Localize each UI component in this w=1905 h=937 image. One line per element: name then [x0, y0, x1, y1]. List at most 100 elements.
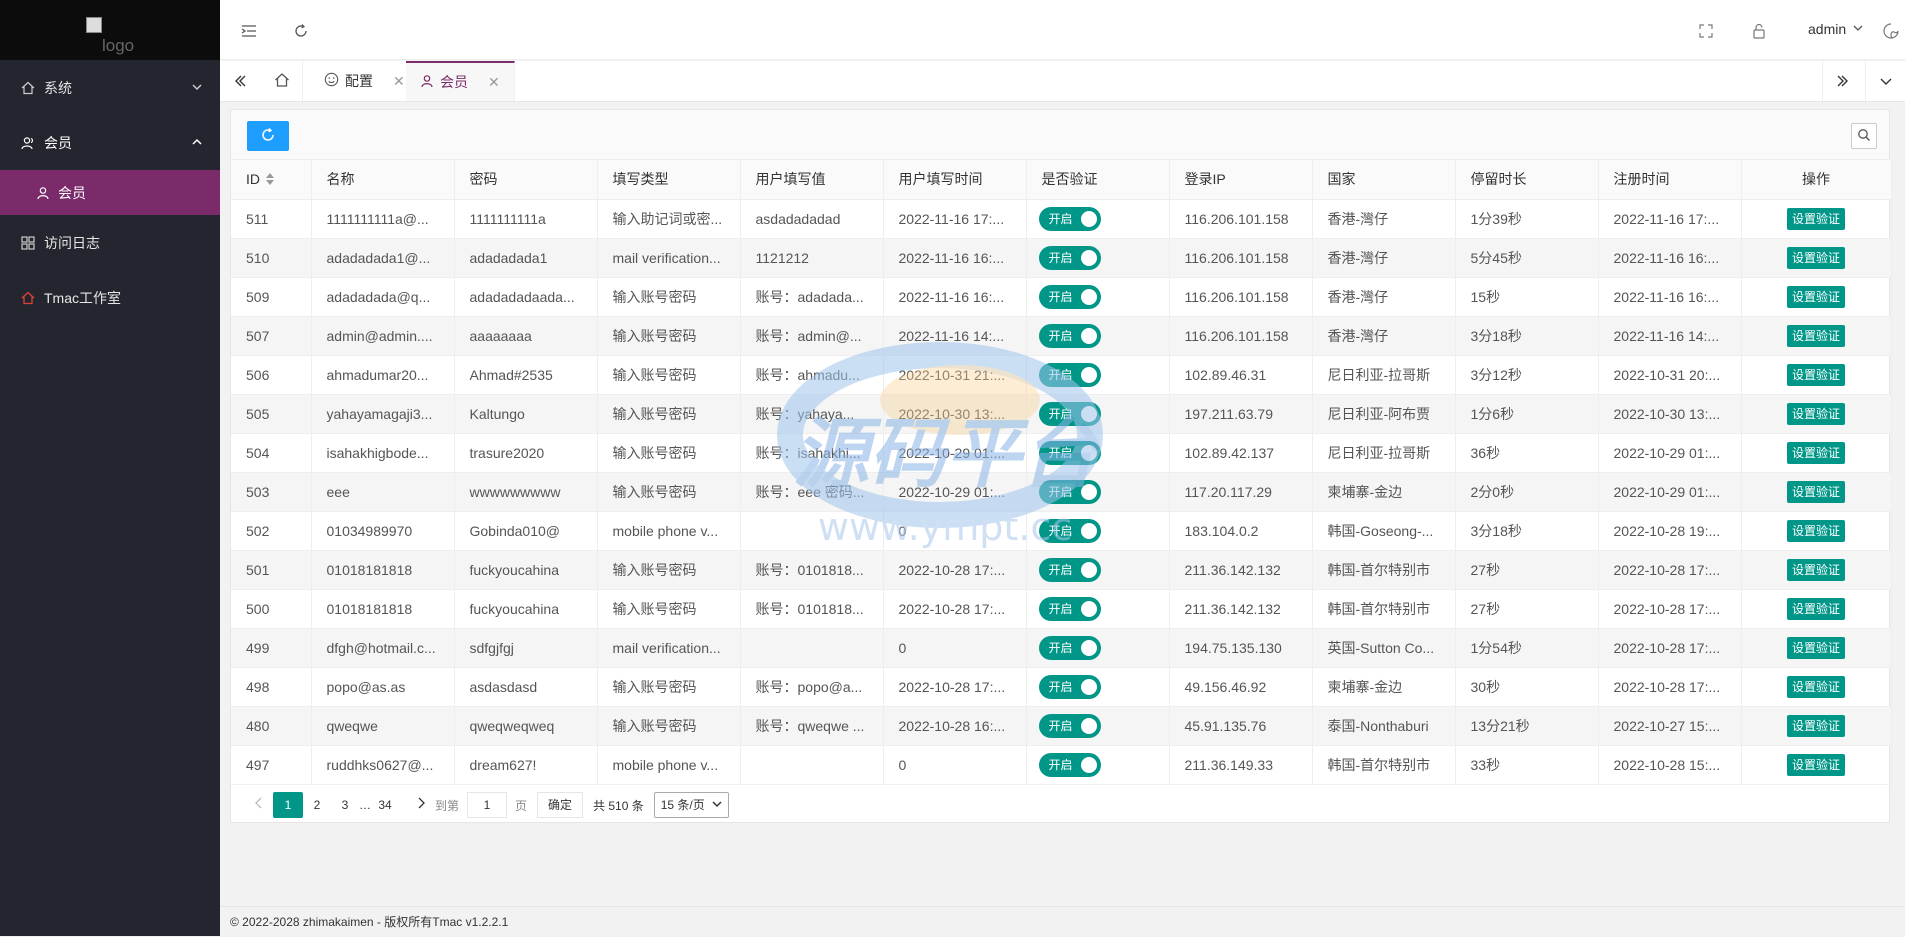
cell-ip: 194.75.135.130 [1169, 628, 1313, 668]
set-verify-button[interactable]: 设置验证 [1786, 363, 1845, 386]
close-icon[interactable]: ✕ [393, 73, 405, 90]
user-icon [36, 186, 50, 200]
cell-reg: 2022-10-28 15:... [1598, 745, 1742, 785]
table-row: 501 01018181818 fuckyoucahina 输入账号密码 账号：0101… [231, 550, 1892, 590]
sidebar-item-system[interactable]: 系统 [0, 60, 220, 115]
goto-confirm-button[interactable]: 确定 [537, 792, 584, 818]
cell-type: 输入账号密码 [597, 706, 741, 746]
fullscreen-icon[interactable] [1697, 22, 1715, 40]
tab-home[interactable] [262, 61, 303, 101]
set-verify-button[interactable]: 设置验证 [1786, 402, 1845, 425]
tabs-scroll-right-icon[interactable] [1822, 61, 1862, 101]
sidebar-submenu: 会员 [0, 170, 220, 215]
column-header-ip: 登录IP [1169, 160, 1313, 200]
page-3[interactable]: 3 [331, 792, 359, 818]
verify-switch[interactable]: 开启 [1038, 401, 1101, 426]
set-verify-button[interactable]: 设置验证 [1786, 519, 1845, 542]
verify-switch[interactable]: 开启 [1038, 284, 1101, 309]
sidebar-item-label: 系统 [44, 79, 72, 96]
cell-reg: 2022-10-28 17:... [1598, 550, 1742, 590]
tab-config[interactable]: 配置 ✕ [310, 61, 420, 101]
cell-verified: 开启 [1026, 511, 1170, 551]
verify-switch[interactable]: 开启 [1038, 518, 1101, 543]
menu-fold-icon[interactable] [240, 22, 258, 40]
cell-vtime: 2022-10-28 16:... [883, 706, 1027, 746]
set-verify-button[interactable]: 设置验证 [1786, 441, 1845, 464]
table-row: 500 01018181818 fuckyoucahina 输入账号密码 账号：0101… [231, 589, 1892, 629]
verify-switch[interactable]: 开启 [1038, 713, 1101, 738]
set-verify-button[interactable]: 设置验证 [1786, 324, 1845, 347]
cell-verified: 开启 [1026, 706, 1170, 746]
verify-switch[interactable]: 开启 [1038, 362, 1101, 387]
verify-switch[interactable]: 开启 [1038, 596, 1101, 621]
lock-icon[interactable] [1750, 22, 1768, 40]
set-verify-button[interactable]: 设置验证 [1786, 207, 1845, 230]
prev-page-icon[interactable] [245, 792, 273, 818]
goto-page-input[interactable]: 1 [467, 792, 508, 818]
set-verify-button[interactable]: 设置验证 [1786, 597, 1845, 620]
cell-actions: 设置验证 [1741, 472, 1892, 512]
cell-reg: 2022-11-16 16:... [1598, 238, 1742, 278]
cell-pwd: trasure2020 [454, 433, 598, 473]
set-verify-button[interactable]: 设置验证 [1786, 480, 1845, 503]
tabs-menu-chevron-icon[interactable] [1865, 61, 1905, 101]
set-verify-button[interactable]: 设置验证 [1786, 558, 1845, 581]
verify-switch[interactable]: 开启 [1038, 674, 1101, 699]
cell-stay: 3分18秒 [1455, 316, 1599, 356]
cell-stay: 2分0秒 [1455, 472, 1599, 512]
page-2[interactable]: 2 [303, 792, 331, 818]
reload-table-button[interactable] [247, 121, 289, 151]
set-verify-button[interactable]: 设置验证 [1786, 675, 1845, 698]
tab-members[interactable]: 会员 ✕ [406, 61, 515, 101]
set-verify-button[interactable]: 设置验证 [1786, 246, 1845, 269]
cell-stay: 30秒 [1455, 667, 1599, 707]
theme-icon[interactable] [1882, 22, 1900, 40]
verify-switch[interactable]: 开启 [1038, 440, 1101, 465]
verify-switch[interactable]: 开启 [1038, 557, 1101, 582]
close-icon[interactable]: ✕ [488, 74, 500, 91]
refresh-icon[interactable] [292, 22, 310, 40]
logo[interactable]: logo [0, 0, 220, 60]
column-header-id[interactable]: ID [231, 160, 312, 200]
tab-label: 会员 [440, 74, 468, 90]
user-menu[interactable]: admin [1808, 21, 1864, 37]
verify-switch[interactable]: 开启 [1038, 752, 1101, 777]
cell-actions: 设置验证 [1741, 277, 1892, 317]
cell-pwd: Gobinda010@ [454, 511, 598, 551]
set-verify-button[interactable]: 设置验证 [1786, 636, 1845, 659]
search-button[interactable] [1851, 123, 1877, 149]
page-1[interactable]: 1 [273, 792, 303, 818]
cell-value: 账号：yahaya... [740, 394, 884, 434]
broken-image-icon [86, 17, 102, 33]
user-group-icon [20, 135, 36, 151]
verify-switch[interactable]: 开启 [1038, 245, 1101, 270]
grid-icon [20, 235, 36, 251]
tab-label: 配置 [345, 73, 373, 89]
user-icon [420, 74, 434, 91]
sidebar-item-access-log[interactable]: 访问日志 [0, 215, 220, 270]
sidebar-subitem-members[interactable]: 会员 [0, 170, 220, 215]
table-row: 480 qweqwe qweqweqweq 输入账号密码 账号：qweqwe ... 20… [231, 706, 1892, 746]
sidebar-item-label: Tmac工作室 [44, 289, 121, 306]
verify-switch[interactable]: 开启 [1038, 635, 1101, 660]
sidebar-item-members[interactable]: 会员 [0, 115, 220, 170]
page-last[interactable]: 34 [371, 792, 399, 818]
set-verify-button[interactable]: 设置验证 [1786, 714, 1845, 737]
cell-actions: 设置验证 [1741, 394, 1892, 434]
page-size-select[interactable]: 15 条/页 [653, 792, 730, 818]
cell-pwd: fuckyoucahina [454, 589, 598, 629]
set-verify-button[interactable]: 设置验证 [1786, 753, 1845, 776]
sidebar-item-studio[interactable]: Tmac工作室 [0, 270, 220, 325]
verify-switch[interactable]: 开启 [1038, 479, 1101, 504]
set-verify-button[interactable]: 设置验证 [1786, 285, 1845, 308]
cell-ip: 211.36.142.132 [1169, 589, 1313, 629]
cell-name: yahayamagaji3... [311, 394, 455, 434]
next-page-icon[interactable] [407, 792, 435, 818]
verify-switch[interactable]: 开启 [1038, 206, 1101, 231]
tabs-scroll-left-icon[interactable] [220, 61, 260, 101]
cell-ip: 197.211.63.79 [1169, 394, 1313, 434]
sort-icon[interactable] [266, 172, 274, 188]
verify-switch[interactable]: 开启 [1038, 323, 1101, 348]
members-panel: ID 名称 密码 填写类型 用户填写值 用户填写时间 是否验证 登录IP 国家 … [230, 109, 1892, 823]
cell-country: 韩国-首尔特别市 [1312, 745, 1456, 785]
